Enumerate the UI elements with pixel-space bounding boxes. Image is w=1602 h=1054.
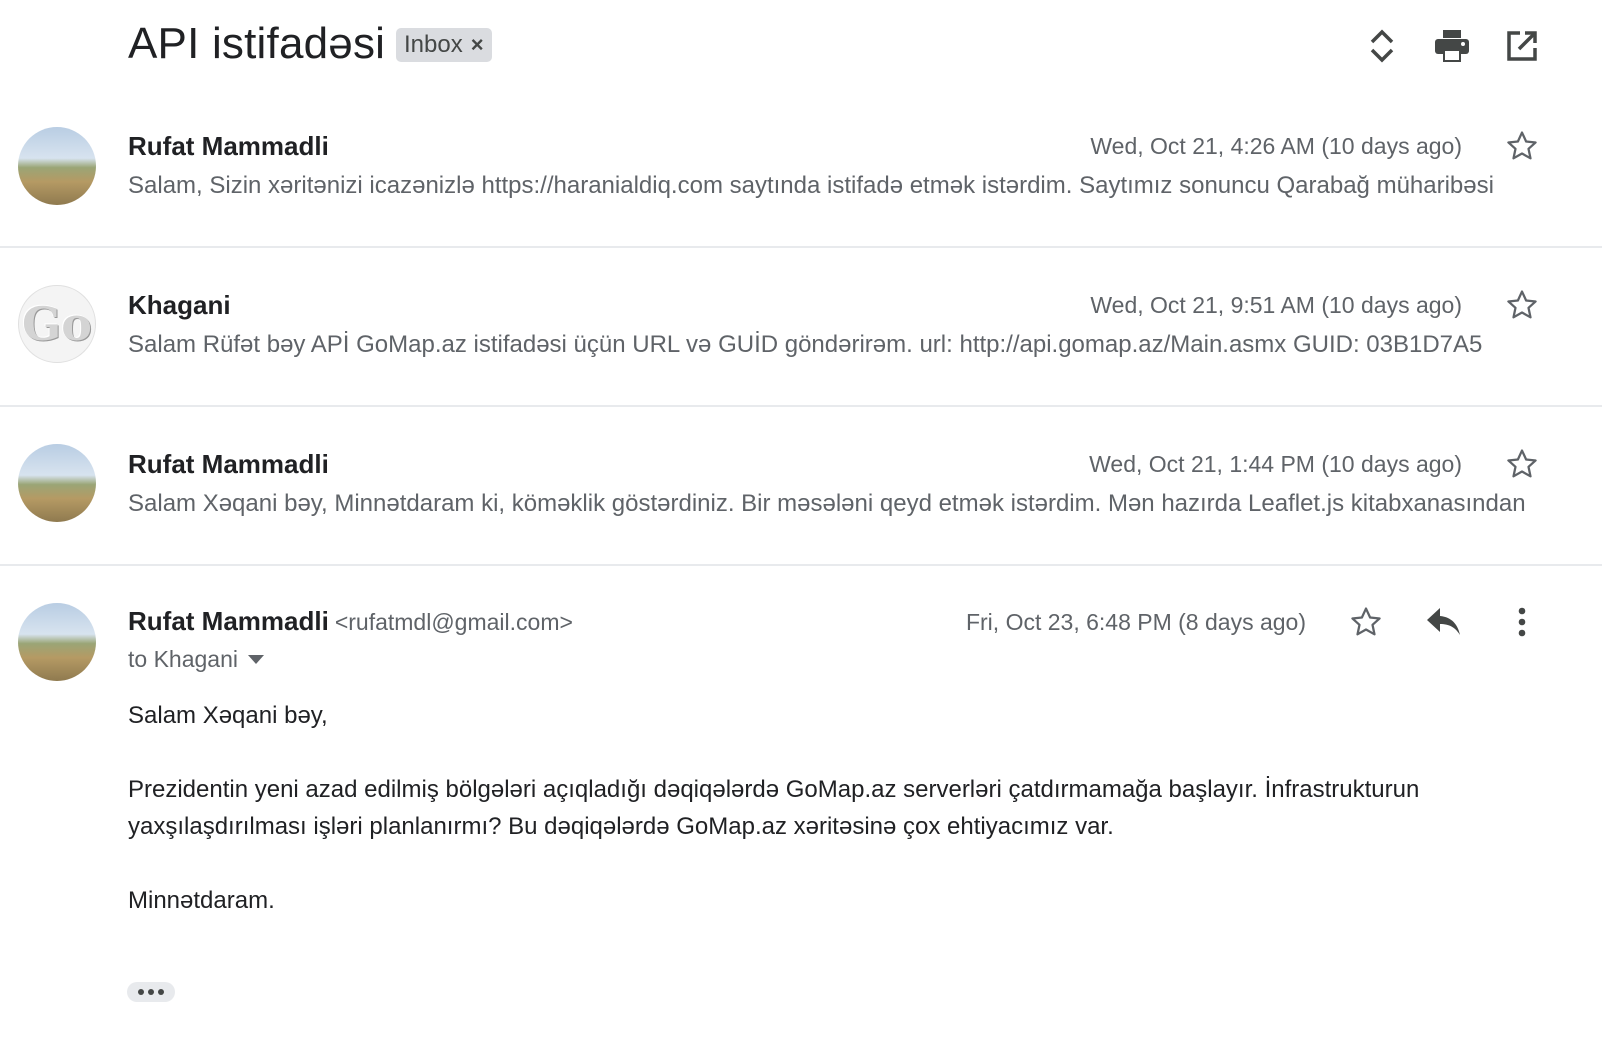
message-date: Fri, Oct 23, 6:48 PM (8 days ago) <box>965 609 1306 635</box>
collapsed-message[interactable]: Go Khagani Wed, Oct 21, 9:51 AM (10 days… <box>0 247 1602 407</box>
dot <box>138 989 144 995</box>
reply-icon[interactable] <box>1422 600 1466 644</box>
message-date: Wed, Oct 21, 9:51 AM (10 days ago) <box>1090 292 1462 318</box>
sender-name: Rufat Mammadli <box>128 131 329 161</box>
dot <box>158 989 164 995</box>
sender-name: Rufat Mammadli <box>128 449 329 479</box>
more-vert-icon[interactable] <box>1500 600 1544 644</box>
print-icon[interactable] <box>1430 24 1474 68</box>
open-in-new-window-icon[interactable] <box>1500 24 1544 68</box>
gomap-logo-text: Go <box>22 297 92 351</box>
star-icon[interactable] <box>1500 283 1544 327</box>
collapsed-message[interactable]: Rufat Mammadli Wed, Oct 21, 1:44 PM (10 … <box>0 406 1602 566</box>
recipient-text: to Khagani <box>128 646 238 672</box>
avatar: Go <box>18 285 96 363</box>
star-icon[interactable] <box>1500 442 1544 486</box>
sender-email: <rufatmdl@gmail.com> <box>334 609 573 635</box>
body-closing: Minnətdaram. <box>128 887 275 914</box>
chevron-down-icon[interactable] <box>247 655 264 664</box>
show-trimmed-content-button[interactable] <box>127 982 175 1002</box>
sender-name-text: Rufat Mammadli <box>128 606 329 636</box>
message-date: Wed, Oct 21, 1:44 PM (10 days ago) <box>1089 451 1462 477</box>
label-chip-inbox[interactable]: Inbox × <box>396 28 492 62</box>
dot <box>148 989 154 995</box>
message-snippet: Salam, Sizin xəritənizi icazənizlə https… <box>128 172 1494 199</box>
sender-name: Rufat Mammadli <rufatmdl@gmail.com> <box>128 606 573 637</box>
body-paragraph: Prezidentin yeni azad edilmiş bölgələri … <box>128 776 1420 840</box>
avatar <box>18 603 96 681</box>
collapsed-message[interactable]: Rufat Mammadli Wed, Oct 21, 4:26 AM (10 … <box>0 88 1602 248</box>
message-snippet: Salam Rüfət bəy APİ GoMap.az istifadəsi … <box>128 331 1483 358</box>
body-greeting: Salam Xəqani bəy, <box>128 702 328 729</box>
message-date: Wed, Oct 21, 4:26 AM (10 days ago) <box>1090 133 1462 159</box>
message-snippet: Salam Xəqani bəy, Minnətdaram ki, köməkl… <box>128 490 1526 517</box>
star-icon[interactable] <box>1500 124 1544 168</box>
message-body: Salam Xəqani bəy, Prezidentin yeni azad … <box>128 697 1548 919</box>
sender-name: Khagani <box>128 290 231 320</box>
close-icon[interactable]: × <box>471 32 484 58</box>
avatar <box>18 444 96 522</box>
label-chip-text: Inbox <box>404 31 463 58</box>
avatar <box>18 127 96 205</box>
thread-subject: API istifadəsi <box>128 19 386 68</box>
star-icon[interactable] <box>1344 600 1388 644</box>
thread-header: API istifadəsi Inbox × <box>0 0 1602 92</box>
recipient-line[interactable]: to Khagani <box>128 646 264 673</box>
expand-collapse-icon[interactable] <box>1360 24 1404 68</box>
